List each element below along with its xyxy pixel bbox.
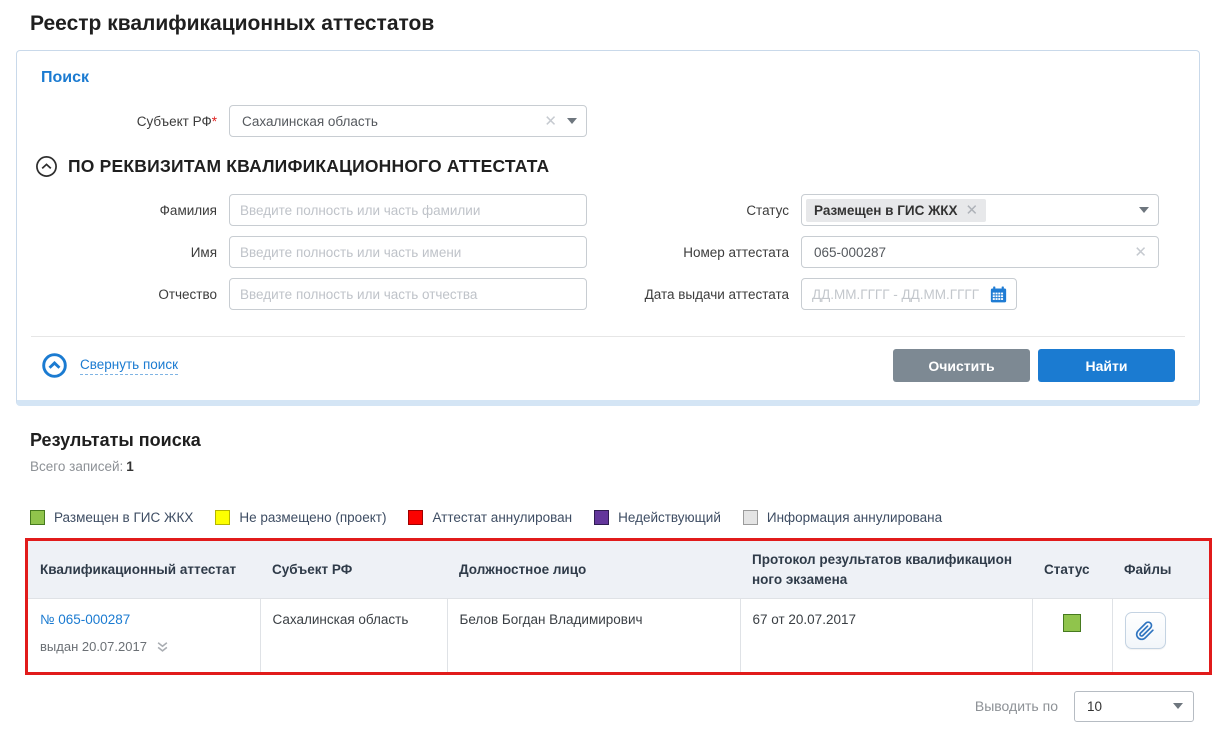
- cell-status: [1032, 599, 1112, 672]
- col-header-subject: Субъект РФ: [260, 541, 447, 599]
- legend-swatch-yellow: [215, 510, 230, 525]
- legend-item-annulled: Аттестат аннулирован: [408, 510, 572, 525]
- legend-swatch-purple: [594, 510, 609, 525]
- col-header-status: Статус: [1032, 541, 1112, 599]
- section-collapse-icon[interactable]: [35, 155, 58, 178]
- subject-label-text: Субъект РФ: [137, 114, 212, 129]
- certificate-number-field[interactable]: ✕: [801, 236, 1159, 268]
- issued-date-text: выдан 20.07.2017: [40, 639, 147, 654]
- results-table: Квалификационный аттестат Субъект РФ Дол…: [28, 541, 1209, 672]
- cell-subject: Сахалинская область: [260, 599, 447, 672]
- name-label: Имя: [41, 245, 229, 260]
- page-title: Реестр квалификационных аттестатов: [30, 12, 1216, 36]
- panel-footer: Свернуть поиск Очистить Найти: [41, 337, 1175, 390]
- subject-input[interactable]: [240, 113, 542, 130]
- col-header-files: Файлы: [1112, 541, 1209, 599]
- legend-swatch-gray: [743, 510, 758, 525]
- status-tag-text: Размещен в ГИС ЖКХ: [814, 203, 958, 218]
- legend-swatch-green: [30, 510, 45, 525]
- legend-swatch-red: [408, 510, 423, 525]
- legend-label: Размещен в ГИС ЖКХ: [54, 510, 193, 525]
- status-tag-remove-icon[interactable]: ✕: [964, 203, 981, 218]
- page-size-label: Выводить по: [975, 698, 1058, 714]
- issue-date-field[interactable]: ДД.ММ.ГГГГ - ДД.ММ.ГГГГ: [801, 278, 1017, 310]
- col-header-certificate: Квалификационный аттестат: [28, 541, 260, 599]
- status-tag: Размещен в ГИС ЖКХ ✕: [806, 199, 986, 222]
- legend-item-inactive: Недействующий: [594, 510, 721, 525]
- status-select[interactable]: Размещен в ГИС ЖКХ ✕: [801, 194, 1159, 226]
- page-size-dropdown-icon[interactable]: [1173, 703, 1183, 709]
- legend-item-info-annulled: Информация аннулирована: [743, 510, 942, 525]
- search-form: Фамилия Имя Отчество Статус Размещен в Г…: [41, 194, 1175, 320]
- legend-item-placed: Размещен в ГИС ЖКХ: [30, 510, 193, 525]
- subject-clear-icon[interactable]: ✕: [542, 114, 559, 129]
- legend-label: Не размещено (проект): [239, 510, 386, 525]
- certificate-link[interactable]: № 065-000287: [40, 612, 130, 627]
- cell-certificate: № 065-000287 выдан 20.07.2017: [28, 599, 260, 672]
- collapse-search-icon[interactable]: [41, 352, 68, 379]
- surname-label: Фамилия: [41, 203, 229, 218]
- cell-protocol: 67 от 20.07.2017: [740, 599, 1032, 672]
- status-indicator: [1063, 614, 1081, 632]
- clear-button[interactable]: Очистить: [893, 349, 1030, 382]
- form-right-column: Статус Размещен в ГИС ЖКХ ✕ Номер аттест…: [587, 194, 1159, 320]
- total-records: Всего записей:1: [30, 459, 1216, 474]
- certificate-number-label: Номер аттестата: [587, 245, 801, 260]
- issued-date: выдан 20.07.2017: [40, 639, 248, 654]
- patronymic-input[interactable]: [229, 278, 587, 310]
- cell-files: [1112, 599, 1209, 672]
- subject-row: Субъект РФ* ✕: [41, 105, 1175, 137]
- form-left-column: Фамилия Имя Отчество: [41, 194, 587, 320]
- collapse-search-link[interactable]: Свернуть поиск: [80, 357, 178, 375]
- certificate-number-clear-icon[interactable]: ✕: [1132, 245, 1149, 260]
- attachment-button[interactable]: [1125, 612, 1166, 649]
- legend-label: Аттестат аннулирован: [432, 510, 572, 525]
- page-size-value: 10: [1087, 699, 1165, 714]
- total-records-label: Всего записей:: [30, 459, 123, 474]
- subject-dropdown-icon[interactable]: [567, 118, 577, 124]
- legend-item-draft: Не размещено (проект): [215, 510, 386, 525]
- results-table-highlight: Квалификационный аттестат Субъект РФ Дол…: [25, 538, 1212, 675]
- table-row: № 065-000287 выдан 20.07.2017 Сахалинска…: [28, 599, 1209, 672]
- issue-date-label: Дата выдачи аттестата: [587, 287, 801, 302]
- cell-official: Белов Богдан Владимирович: [447, 599, 740, 672]
- status-dropdown-icon[interactable]: [1139, 207, 1149, 213]
- status-legend: Размещен в ГИС ЖКХ Не размещено (проект)…: [30, 510, 1216, 525]
- section-title: ПО РЕКВИЗИТАМ КВАЛИФИКАЦИОННОГО АТТЕСТАТ…: [68, 156, 549, 177]
- collapse-search[interactable]: Свернуть поиск: [41, 352, 178, 379]
- page-size-select[interactable]: 10: [1074, 691, 1194, 722]
- required-asterisk: *: [212, 114, 217, 129]
- results-heading: Результаты поиска: [30, 430, 1216, 451]
- find-button[interactable]: Найти: [1038, 349, 1175, 382]
- col-header-official: Должностное лицо: [447, 541, 740, 599]
- certificate-number-input[interactable]: [812, 244, 1132, 261]
- requisites-section-header: ПО РЕКВИЗИТАМ КВАЛИФИКАЦИОННОГО АТТЕСТАТ…: [35, 155, 1175, 178]
- subject-select[interactable]: ✕: [229, 105, 587, 137]
- total-records-value: 1: [126, 459, 134, 474]
- col-header-protocol: Протокол результатов квалификационного э…: [740, 541, 1032, 599]
- name-input[interactable]: [229, 236, 587, 268]
- expand-row-icon[interactable]: [155, 640, 170, 654]
- calendar-icon[interactable]: [990, 286, 1007, 303]
- legend-label: Информация аннулирована: [767, 510, 942, 525]
- patronymic-label: Отчество: [41, 287, 229, 302]
- status-label: Статус: [587, 203, 801, 218]
- pagination: Выводить по 10: [0, 691, 1194, 722]
- search-heading: Поиск: [41, 69, 1175, 87]
- issue-date-placeholder: ДД.ММ.ГГГГ - ДД.ММ.ГГГГ: [812, 287, 990, 302]
- surname-input[interactable]: [229, 194, 587, 226]
- table-header-row: Квалификационный аттестат Субъект РФ Дол…: [28, 541, 1209, 599]
- subject-label: Субъект РФ*: [41, 114, 229, 129]
- legend-label: Недействующий: [618, 510, 721, 525]
- search-panel: Поиск Субъект РФ* ✕ ПО РЕКВИЗИТАМ КВАЛИФ…: [16, 50, 1200, 406]
- paperclip-icon: [1135, 621, 1155, 641]
